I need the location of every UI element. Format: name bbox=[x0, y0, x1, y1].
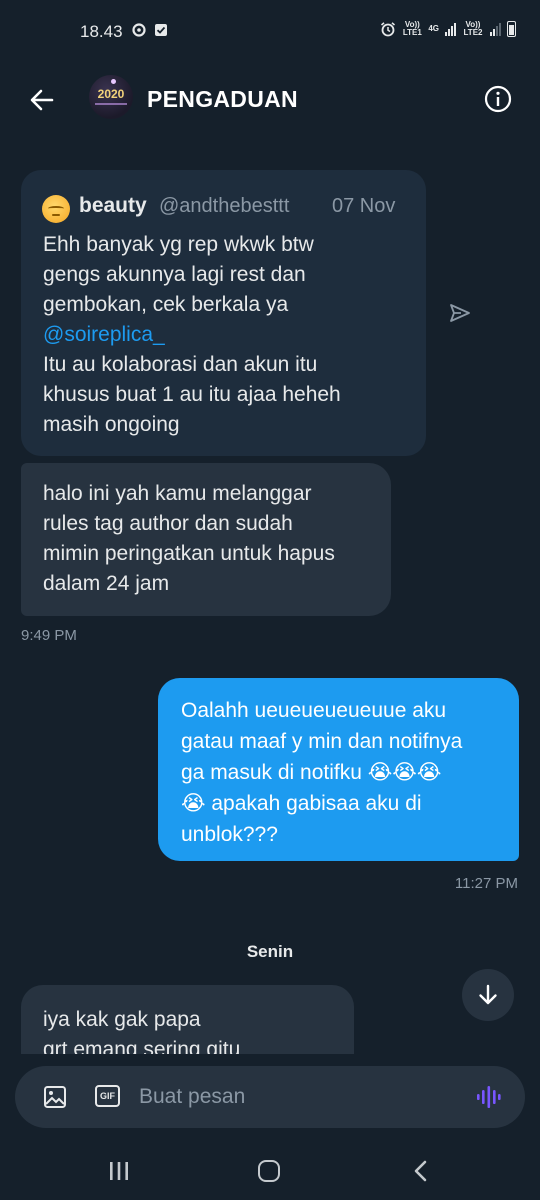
nav-back-icon[interactable] bbox=[410, 1160, 432, 1182]
profile-emoji-avatar bbox=[42, 195, 70, 223]
message-bubble-incoming[interactable]: halo ini yah kamu melanggar rules tag au… bbox=[21, 463, 391, 616]
gif-button[interactable]: GIF bbox=[95, 1085, 120, 1107]
message-composer: GIF bbox=[15, 1066, 525, 1128]
back-button[interactable] bbox=[26, 84, 58, 116]
avatar-text: 2020 bbox=[97, 87, 125, 101]
info-circle-icon[interactable] bbox=[483, 84, 513, 114]
battery-icon bbox=[507, 21, 516, 37]
day-separator: Senin bbox=[246, 942, 294, 961]
image-icon[interactable] bbox=[43, 1085, 67, 1109]
message-input[interactable] bbox=[139, 1083, 439, 1111]
recents-icon[interactable] bbox=[108, 1161, 130, 1181]
send-icon[interactable] bbox=[449, 302, 471, 324]
quoted-post-card[interactable]: beauty @andthebesttt 07 Nov Ehh banyak y… bbox=[21, 170, 426, 456]
conversation-title[interactable]: PENGADUAN bbox=[147, 86, 298, 113]
sync-icon bbox=[132, 23, 146, 37]
alarm-icon bbox=[381, 22, 396, 37]
quoted-post-text: Ehh banyak yg rep wkwk btw gengs akunnya… bbox=[43, 230, 415, 440]
conversation-header: 2020 PENGADUAN bbox=[0, 64, 540, 134]
quoted-post-date: 07 Nov bbox=[332, 195, 396, 217]
check-box-icon bbox=[155, 24, 167, 36]
arrow-down-icon bbox=[479, 984, 497, 1005]
message-list[interactable]: beauty @andthebesttt 07 Nov Ehh banyak y… bbox=[0, 134, 540, 1054]
message-bubble-incoming[interactable]: iya kak gak papa grt emang sering gitu bbox=[21, 985, 354, 1054]
status-bar: 18.43 Vo)) LTE1 4G Vo)) LTE2 bbox=[0, 0, 540, 64]
quoted-author-name: beauty bbox=[79, 194, 147, 217]
signal-1-icon bbox=[445, 22, 456, 36]
scroll-to-bottom-button[interactable] bbox=[462, 969, 514, 1021]
sim2-label: Vo)) LTE2 bbox=[463, 20, 483, 37]
message-timestamp: 9:49 PM bbox=[21, 627, 77, 644]
home-icon[interactable] bbox=[258, 1160, 280, 1182]
signal-2-icon bbox=[490, 22, 501, 36]
sim1-label: Vo)) LTE1 bbox=[402, 20, 422, 37]
network-type: 4G bbox=[428, 24, 439, 33]
status-time: 18.43 bbox=[80, 22, 123, 41]
system-nav-bar bbox=[0, 1140, 540, 1200]
mention-link[interactable]: @soireplica_ bbox=[43, 320, 415, 350]
quoted-author-handle: @andthebesttt bbox=[159, 195, 290, 217]
voice-wave-icon[interactable] bbox=[476, 1084, 502, 1110]
avatar[interactable]: 2020 bbox=[89, 75, 133, 119]
message-timestamp: 11:27 PM bbox=[454, 875, 518, 892]
message-bubble-outgoing[interactable]: Oalahh ueueueueueuue aku gatau maaf y mi… bbox=[158, 678, 519, 861]
